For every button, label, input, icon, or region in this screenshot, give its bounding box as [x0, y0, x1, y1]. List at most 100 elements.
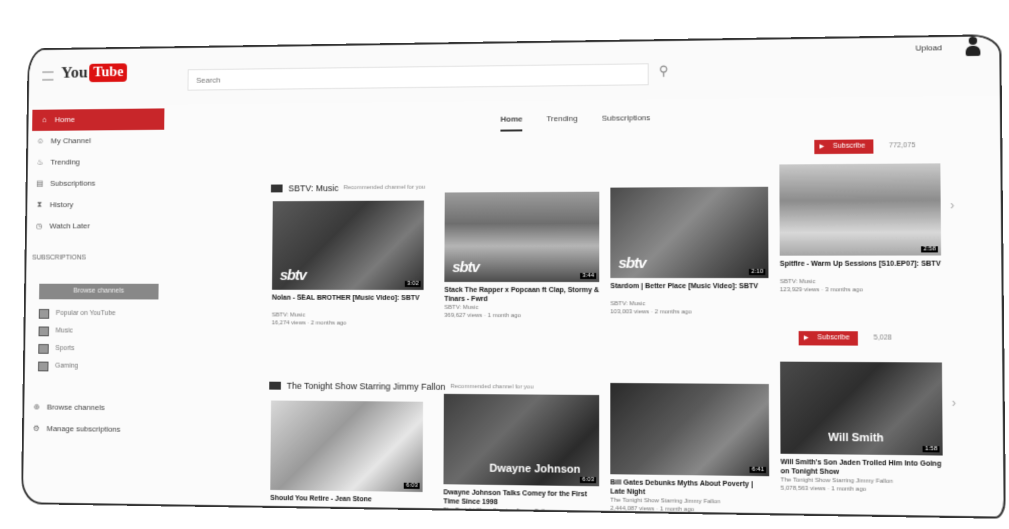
shelf-channel-name[interactable]: SBTV: Music	[288, 183, 338, 193]
tab-subscriptions[interactable]: Subscriptions	[602, 113, 650, 130]
video-title[interactable]: Will Smith's Son Jaden Trolled Him Into …	[781, 458, 943, 478]
shelf-next-arrow-icon[interactable]: ›	[952, 396, 956, 411]
sidebar-footer-item[interactable]: ⊕ Browse channels	[24, 397, 167, 420]
youtube-window: You Tube ⚲ Upload ⌂ Home ☺ My Channel ♨ Trend…	[20, 34, 1006, 519]
sidebar-item-history[interactable]: ⧗ History	[27, 194, 169, 216]
video-stats: 16,274 views · 2 months ago	[271, 320, 347, 327]
sidebar-item-my-channel[interactable]: ☺ My Channel	[28, 130, 170, 153]
subscription-label: Sports	[55, 345, 75, 353]
video-stats: 123,929 views · 3 months ago	[779, 287, 863, 294]
thumbnail-overlay-text: Will Smith	[828, 431, 884, 445]
tab-home[interactable]: Home	[500, 114, 523, 132]
sidebar-item-label: My Channel	[50, 136, 91, 146]
channel-thumbnail	[38, 344, 49, 354]
video-duration: 2:58	[921, 246, 938, 253]
video-duration: 2:10	[749, 268, 766, 275]
video-duration: 6:41	[749, 466, 767, 474]
logo-tube: Tube	[89, 62, 128, 82]
shelf-next-arrow-icon[interactable]: ›	[950, 198, 954, 212]
video-title[interactable]: Stack The Rapper x Popcaan ft Clap, Stor…	[444, 286, 599, 304]
subscribe-button[interactable]: Subscribe	[814, 139, 874, 155]
channel-icon	[269, 381, 281, 390]
gear-icon: ⚙	[32, 424, 40, 433]
video-duration: 6:03	[404, 482, 420, 489]
thumbnail-overlay-text: sbtv	[279, 267, 307, 284]
video-channel[interactable]: SBTV: Music	[780, 278, 942, 286]
video-duration: 1:58	[922, 446, 940, 453]
subscription-item[interactable]: Popular on YouTube	[26, 305, 168, 323]
video-thumbnail[interactable]: sbtv 3:02	[272, 200, 425, 290]
shelf-header-sbtv[interactable]: SBTV: Music Recommended channel for you	[270, 183, 425, 194]
feed-tabs: Home Trending Subscriptions	[500, 113, 650, 132]
video-channel[interactable]: The Tonight Show Starring Jimmy Fallon	[270, 512, 422, 519]
menu-icon[interactable]	[42, 71, 54, 81]
sidebar-item-label: Home	[54, 115, 75, 125]
channel-thumbnail	[38, 326, 50, 337]
search-icon[interactable]: ⚲	[659, 63, 669, 79]
sidebar-item-trending[interactable]: ♨ Trending	[28, 151, 170, 173]
video-thumbnail[interactable]: sbtv 3:44	[444, 191, 600, 283]
video-thumbnail[interactable]: 2:58	[779, 163, 942, 256]
top-bar: You Tube ⚲ Upload	[28, 36, 1000, 106]
video-title[interactable]: Dwayne Johnson Talks Comey for the First…	[443, 488, 599, 508]
subscribe-button[interactable]: Subscribe	[798, 331, 859, 346]
video-stats: 103,003 views · 2 months ago	[610, 309, 692, 316]
channel-thumbnail	[38, 309, 50, 319]
subscriber-count: 772,075	[888, 142, 916, 150]
video-thumbnail[interactable]: Dwayne Johnson 6:03	[443, 393, 600, 487]
video-duration: 6:03	[580, 476, 597, 484]
video-card[interactable]: sbtv 3:44 Stack The Rapper x Popcaan ft Cl…	[444, 191, 600, 321]
subscription-item[interactable]: Sports	[25, 340, 167, 358]
person-icon: ☺	[36, 136, 45, 146]
video-thumbnail[interactable]: Will Smith 1:58	[780, 361, 943, 456]
video-stats: 5,078,563 views · 1 month ago	[780, 485, 867, 493]
sidebar-item-label: Subscriptions	[50, 178, 96, 188]
shelf-channel-name[interactable]: The Tonight Show Starring Jimmy Fallon	[287, 381, 446, 392]
video-thumbnail[interactable]: 6:03	[270, 400, 424, 493]
flame-icon: ♨	[36, 157, 44, 167]
thumbnail-overlay-text: sbtv	[452, 259, 480, 276]
video-stats: 2,773,695 views · 1 month ago	[443, 514, 599, 518]
video-card[interactable]: 2:58 Spitfire - Warm Up Sessions [S10.EP0…	[779, 163, 942, 294]
sidebar-item-subscriptions[interactable]: ▤ Subscriptions	[27, 172, 169, 194]
home-icon: ⌂	[42, 115, 47, 125]
sidebar-footer-item[interactable]: ⚙ Manage subscriptions	[24, 418, 167, 441]
shelf-header-tonight-show[interactable]: The Tonight Show Starring Jimmy Fallon R…	[269, 381, 534, 393]
search-input[interactable]	[187, 63, 649, 91]
plus-circle-icon: ⊕	[33, 402, 40, 412]
video-stats: 369,627 views · 1 month ago	[444, 312, 521, 320]
browse-channels-button[interactable]: Browse channels	[39, 283, 159, 300]
sidebar-item-label: History	[49, 200, 74, 210]
sidebar-item-watch-later[interactable]: ◷ Watch Later	[27, 215, 169, 237]
video-channel[interactable]: The Tonight Show Starring Jimmy Fallon	[443, 506, 599, 516]
channel-icon	[270, 184, 283, 193]
video-thumbnail[interactable]: 6:41	[610, 382, 770, 477]
video-card[interactable]: Will Smith 1:58 Will Smith's Son Jaden Tro…	[780, 361, 943, 495]
subscription-item[interactable]: Gaming	[25, 358, 168, 376]
youtube-logo[interactable]: You Tube	[61, 62, 128, 82]
subscription-item[interactable]: Music	[25, 323, 167, 341]
video-title[interactable]: Spitfire - Warm Up Sessions [S10.EP07]: …	[780, 260, 942, 278]
video-card[interactable]: 6:03 Should You Retire - Jean Stone The To…	[270, 400, 424, 519]
video-title[interactable]: Stardom | Better Place [Music Video]: SB…	[610, 282, 768, 300]
sidebar-item-home[interactable]: ⌂ Home	[32, 108, 165, 131]
sidebar-item-label: Watch Later	[49, 221, 90, 231]
tab-trending[interactable]: Trending	[546, 114, 577, 131]
sidebar-item-label: Browse channels	[46, 402, 105, 412]
video-title[interactable]: Nolan - SEAL BROTHER [Music Video]: SBTV	[272, 294, 424, 312]
avatar[interactable]	[963, 36, 982, 61]
video-title[interactable]: Bill Gates Debunks Myths About Poverty |…	[610, 478, 769, 498]
video-duration: 3:44	[580, 272, 597, 280]
video-card[interactable]: sbtv 2:10 Stardom | Better Place [Music Vi…	[610, 186, 769, 317]
thumbnail-overlay-text: Dwayne Johnson	[489, 462, 581, 476]
subscriptions-icon: ▤	[36, 179, 44, 188]
sidebar-item-label: Trending	[50, 157, 80, 167]
hourglass-icon: ⧗	[36, 200, 43, 210]
video-card[interactable]: Dwayne Johnson 6:03 Dwayne Johnson Talks C…	[443, 393, 600, 519]
video-card[interactable]: sbtv 3:02 Nolan - SEAL BROTHER [Music Vide…	[271, 200, 425, 328]
subscriptions-heading: SUBSCRIPTIONS	[32, 254, 87, 262]
video-thumbnail[interactable]: sbtv 2:10	[610, 186, 769, 279]
video-title[interactable]: Should You Retire - Jean Stone	[270, 494, 422, 514]
video-card[interactable]: 6:41 Bill Gates Debunks Myths About Pover…	[610, 382, 770, 515]
upload-button[interactable]: Upload	[915, 43, 942, 52]
